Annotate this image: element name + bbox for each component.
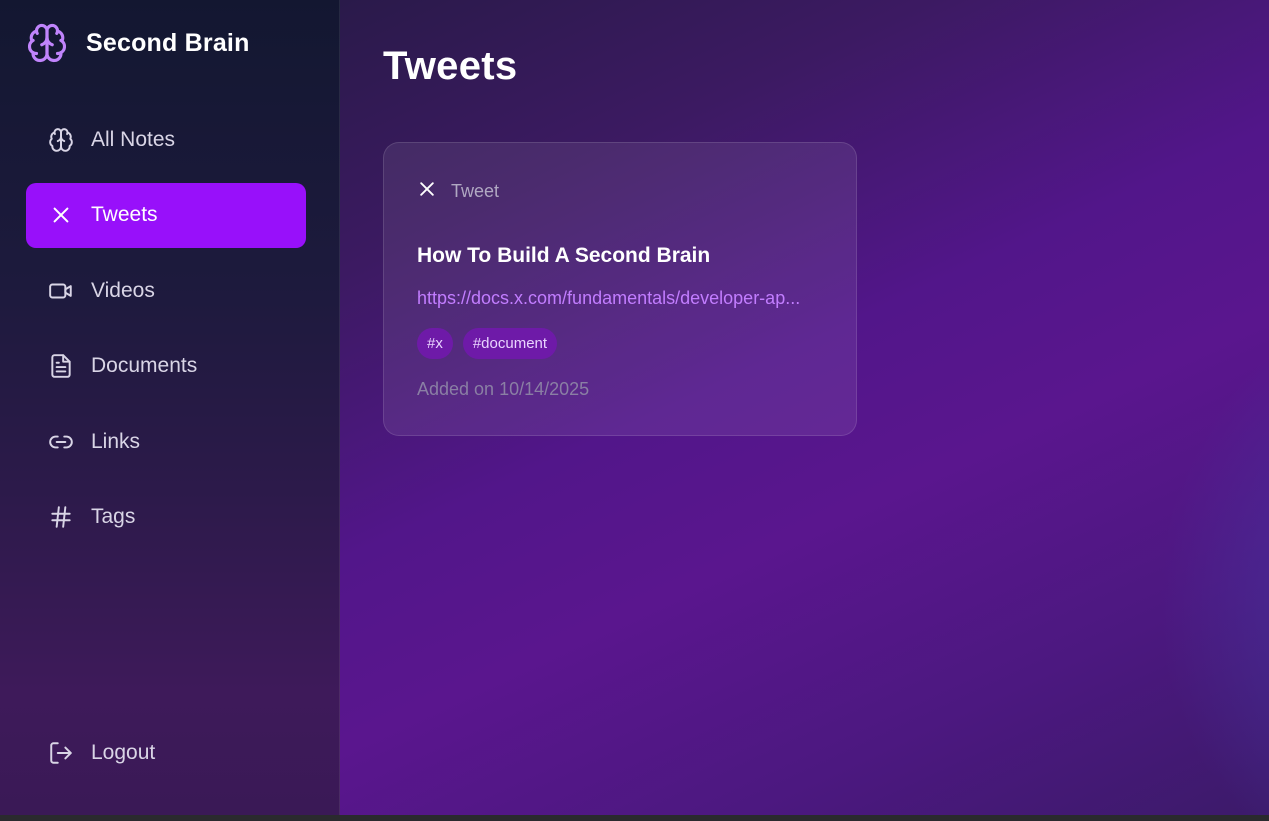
link-icon (48, 429, 74, 455)
sidebar-item-documents[interactable]: Documents (26, 334, 306, 399)
sidebar-item-tags[interactable]: Tags (26, 485, 306, 550)
logout-label: Logout (91, 740, 156, 764)
window-bottom-edge (0, 815, 1269, 821)
tag-chip[interactable]: #document (462, 328, 558, 359)
x-icon (48, 202, 74, 228)
sidebar-item-videos[interactable]: Videos (26, 258, 306, 323)
app-title: Second Brain (86, 28, 250, 57)
x-icon (417, 179, 437, 204)
brand[interactable]: Second Brain (26, 22, 250, 64)
brain-icon (26, 22, 68, 64)
note-card[interactable]: Tweet How To Build A Second Brain https:… (383, 142, 857, 436)
card-type: Tweet (417, 179, 499, 204)
hash-icon (48, 504, 74, 530)
sidebar-item-tweets[interactable]: Tweets (26, 182, 306, 248)
card-type-label: Tweet (451, 181, 500, 201)
logout-button[interactable]: Logout (26, 720, 306, 785)
sidebar-item-all-notes[interactable]: All Notes (26, 107, 306, 172)
card-date: Added on 10/14/2025 (417, 379, 590, 399)
sidebar-nav: All Notes Tweets Videos Documents Links … (26, 107, 306, 561)
sidebar-item-label: All Notes (91, 127, 176, 151)
document-icon (48, 353, 74, 379)
page-title: Tweets (383, 44, 518, 88)
card-tags: #x #document (417, 328, 558, 359)
main-content: Tweets Tweet How To Build A Second Brain… (340, 0, 1269, 815)
card-title: How To Build A Second Brain (417, 244, 711, 267)
sidebar-item-label: Links (91, 429, 141, 453)
sidebar-item-label: Tweets (91, 203, 158, 227)
sidebar-item-links[interactable]: Links (26, 409, 306, 474)
sidebar-item-label: Videos (91, 278, 155, 302)
sidebar: Second Brain All Notes Tweets Videos Doc… (0, 0, 340, 815)
sidebar-item-label: Tags (91, 505, 136, 529)
logout-icon (48, 740, 74, 766)
sidebar-item-label: Documents (91, 354, 198, 378)
brain-icon (48, 127, 74, 153)
card-link[interactable]: https://docs.x.com/fundamentals/develope… (417, 288, 827, 309)
tag-chip[interactable]: #x (417, 328, 453, 359)
app-window: Second Brain All Notes Tweets Videos Doc… (0, 0, 1269, 815)
video-icon (48, 278, 74, 304)
